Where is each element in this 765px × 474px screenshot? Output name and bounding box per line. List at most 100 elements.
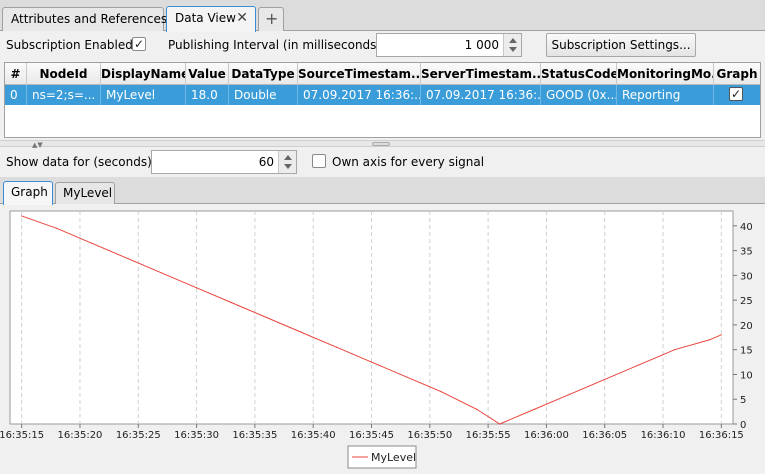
legend-label: MyLevel [371,451,416,464]
spinner-buttons[interactable] [503,34,521,56]
own-axis-checkbox[interactable] [312,154,326,168]
y-tick-label: 5 [740,395,746,406]
show-data-spinner[interactable]: 60 [151,150,297,174]
column-header-value[interactable]: Value [186,63,229,85]
level-chart: 16:35:15 16:35:20 16:35:25 16:35:30 16:35:35… [0,210,753,469]
series-point [709,339,711,341]
series-point [720,334,722,336]
column-header-monitoring-mode[interactable]: MonitoringMo... [617,63,714,85]
series-point [21,215,23,217]
series-point [475,408,478,410]
x-tick-label: 16:35:15 [0,430,44,441]
add-tab-button[interactable]: + [258,7,284,31]
column-header-index[interactable]: # [5,63,27,85]
cell-nodeid: ns=2;s=... [27,85,101,105]
spinner-up-icon[interactable] [284,155,292,160]
monitored-items-table: # NodeId DisplayName Value DataType Sour… [4,62,761,138]
splitter-grip-icon[interactable] [372,142,390,146]
spinner-down-icon[interactable] [509,47,517,52]
column-header-displayname[interactable]: DisplayName [101,63,186,85]
series-point [639,363,641,366]
graph-controls: Show data for (seconds) 60 Own axis for … [0,148,765,176]
x-tick-label: 16:35:55 [466,430,511,441]
cell-index: 0 [5,85,27,105]
table-header: # NodeId DisplayName Value DataType Sour… [5,63,760,85]
series-point [230,302,233,304]
cell-monitoring-mode: Reporting [617,85,714,105]
cell-server-timestamp: 07.09.2017 16:36:... [421,85,541,105]
y-tick-label: 10 [740,370,753,381]
tab-attributes-label: Attributes and References [11,12,168,26]
series-point [126,257,128,259]
y-tick-label: 15 [740,346,753,357]
publishing-interval-spinner[interactable]: 1 000 [376,33,522,57]
tab-data-view[interactable]: Data View ✕ [166,6,256,32]
table-row[interactable]: 0 ns=2;s=... MyLevel 18.0 Double 07.09.2… [5,85,760,105]
series-point [300,331,303,333]
spinner-buttons[interactable] [278,151,296,173]
series-point [405,376,408,378]
column-header-graph[interactable]: Graph [714,63,760,85]
tab-data-view-label: Data View [175,11,236,25]
cell-datatype: Double [229,85,298,105]
x-tick-label: 16:35:50 [407,430,452,441]
tab-mylevel[interactable]: MyLevel [55,182,115,204]
close-icon[interactable]: ✕ [236,10,248,26]
chart-area: 16:35:15 16:35:20 16:35:25 16:35:30 16:35:35… [0,205,765,474]
x-tick-label: 16:35:20 [58,430,103,441]
series-point [499,423,501,425]
x-tick-label: 16:36:00 [524,430,569,441]
series-point [91,242,93,244]
cell-source-timestamp: 07.09.2017 16:36:... [298,85,421,105]
y-tick-label: 40 [740,222,753,233]
series-point [604,378,606,381]
plus-icon: + [265,9,279,28]
subscription-enabled-checkbox[interactable]: ✓ [132,37,146,51]
column-header-server-timestamp[interactable]: ServerTimestam... [421,63,541,85]
x-tick-label: 16:36:15 [699,430,744,441]
series-point [265,316,268,319]
x-tick-label: 16:35:45 [349,430,394,441]
graph-tab-bar: Graph MyLevel [0,177,765,205]
tab-graph[interactable]: Graph [3,181,53,205]
column-header-statuscode[interactable]: StatusCode [541,63,617,85]
series-point [569,393,571,395]
tab-attributes-and-references[interactable]: Attributes and References [2,7,168,31]
series-point [534,408,536,410]
publishing-interval-label: Publishing Interval (in milliseconds) [168,38,382,52]
show-data-value: 60 [258,155,274,169]
series-point [370,361,373,363]
series-point [440,391,443,393]
publishing-interval-value: 1 000 [464,38,499,52]
subscription-toolbar: Subscription Enabled ✓ Publishing Interv… [0,31,765,61]
cell-statuscode: GOOD (0x... [541,85,617,105]
own-axis-label: Own axis for every signal [332,155,485,169]
x-tick-label: 16:35:35 [232,430,277,441]
y-tick-label: 30 [740,271,753,282]
y-tick-label: 25 [740,296,753,307]
graph-checkbox[interactable]: ✓ [729,87,743,101]
series-point [160,272,163,274]
spinner-up-icon[interactable] [509,38,517,43]
column-header-datatype[interactable]: DataType [229,63,298,85]
subscription-enabled-label: Subscription Enabled [6,38,133,52]
x-tick-label: 16:35:30 [174,430,219,441]
y-tick-label: 20 [740,321,753,332]
y-tick-label: 0 [740,420,746,431]
series-point [335,346,338,348]
y-tick-label: 35 [740,247,753,258]
cell-displayname: MyLevel [101,85,186,105]
column-header-source-timestamp[interactable]: SourceTimestam... [298,63,421,85]
panel-splitter[interactable]: ▲▼ [0,140,765,149]
column-header-nodeid[interactable]: NodeId [27,63,101,85]
series-point [56,227,58,229]
x-tick-label: 16:36:10 [641,430,686,441]
cell-value: 18.0 [186,85,229,105]
subscription-settings-button[interactable]: Subscription Settings... [546,33,696,57]
series-point [674,349,676,351]
x-tick-label: 16:35:40 [291,430,336,441]
x-tick-label: 16:36:05 [582,430,627,441]
show-data-label: Show data for (seconds) [6,155,152,169]
spinner-down-icon[interactable] [284,164,292,169]
cell-graph: ✓ [714,85,760,105]
